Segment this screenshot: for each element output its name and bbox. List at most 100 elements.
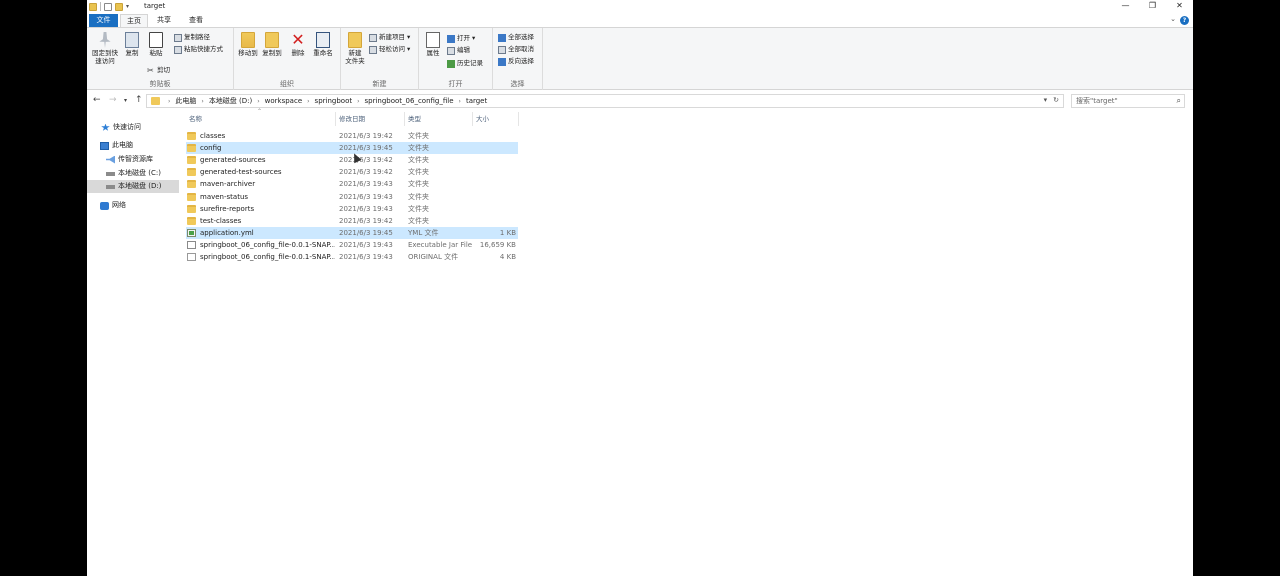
- file-name-cell: maven-archiver: [187, 178, 335, 190]
- easy-access-button[interactable]: 轻松访问 ▾: [369, 44, 410, 55]
- address-bar[interactable]: › 此电脑 › 本地磁盘 (D:) › workspace › springbo…: [146, 94, 1064, 108]
- nav-label: 此电脑: [112, 141, 133, 149]
- file-name-cell: springboot_06_config_file-0.0.1-SNAP...: [187, 251, 335, 263]
- chevron-right-icon[interactable]: ›: [168, 98, 170, 105]
- new-folder-icon: [348, 32, 362, 48]
- tab-file[interactable]: 文件: [89, 14, 118, 27]
- delete-button[interactable]: ✕ 删除: [289, 32, 307, 58]
- edit-button[interactable]: 编辑: [447, 45, 470, 56]
- file-date: 2021/6/3 19:43: [339, 204, 393, 213]
- nav-label: 传智资源库: [118, 155, 153, 163]
- forward-arrow-icon[interactable]: →: [109, 95, 117, 105]
- file-row[interactable]: config 2021/6/3 19:45 文件夹: [186, 142, 518, 155]
- select-all-button[interactable]: 全部选择: [498, 32, 534, 43]
- tab-view[interactable]: 查看: [181, 14, 211, 27]
- minimize-button[interactable]: —: [1112, 0, 1139, 13]
- chevron-right-icon[interactable]: ›: [357, 98, 359, 105]
- search-input[interactable]: 搜索"target" ⌕: [1071, 94, 1185, 108]
- new-folder-button[interactable]: 新建 文件夹: [344, 32, 366, 65]
- file-type: 文件夹: [408, 192, 429, 201]
- divider: [100, 2, 101, 11]
- paste-shortcut-button[interactable]: 粘贴快捷方式: [174, 44, 223, 55]
- file-row[interactable]: generated-test-sources 2021/6/3 19:42 文件夹: [186, 166, 518, 178]
- collapse-ribbon-icon[interactable]: ⌄: [1170, 15, 1176, 23]
- nav-item-quick-access[interactable]: 快速访问: [87, 121, 179, 134]
- file-row[interactable]: application.yml 2021/6/3 19:45 YML 文件 1 KB: [186, 226, 518, 239]
- quick-access-toolbar: ▾: [89, 2, 129, 11]
- nav-item-media[interactable]: 传智资源库: [87, 153, 179, 166]
- nav-item-network[interactable]: 网络: [87, 199, 179, 212]
- history-button[interactable]: 历史记录: [447, 58, 483, 69]
- file-name: maven-archiver: [200, 180, 256, 189]
- open-icon: [447, 34, 455, 43]
- help-icon[interactable]: ?: [1180, 16, 1189, 25]
- move-to-button[interactable]: 移动到: [237, 32, 259, 57]
- nav-item-drive-c[interactable]: 本地磁盘 (C:): [87, 167, 179, 180]
- breadcrumb-target[interactable]: target: [466, 97, 487, 105]
- nav-item-this-pc[interactable]: 此电脑: [87, 139, 179, 152]
- media-library-icon: [106, 155, 115, 164]
- chevron-right-icon[interactable]: ›: [201, 98, 203, 105]
- paste-button[interactable]: 粘贴: [145, 32, 167, 57]
- up-arrow-icon[interactable]: ↑: [135, 95, 143, 105]
- chevron-right-icon[interactable]: ›: [307, 98, 309, 105]
- explorer-window: ▾ target — ❐ ✕ 文件 主页 共享 查看 ⌄ ? 固定到快速访问 复…: [87, 0, 1193, 576]
- paste-icon: [149, 32, 163, 48]
- properties-button[interactable]: 属性: [424, 32, 442, 57]
- tab-home[interactable]: 主页: [120, 14, 148, 27]
- file-row[interactable]: maven-archiver 2021/6/3 19:43 文件夹: [186, 178, 518, 190]
- refresh-icon[interactable]: ↻: [1053, 96, 1059, 104]
- select-none-button[interactable]: 全部取消: [498, 44, 534, 55]
- file-date: 2021/6/3 19:43: [339, 180, 393, 189]
- search-icon[interactable]: ⌕: [1177, 95, 1181, 107]
- column-header-name[interactable]: 名称: [186, 112, 336, 126]
- file-row[interactable]: test-classes 2021/6/3 19:42 文件夹: [186, 215, 518, 227]
- file-date: 2021/6/3 19:45: [339, 228, 393, 237]
- customize-chevron-icon[interactable]: ▾: [126, 3, 129, 10]
- file-row[interactable]: springboot_06_config_file-0.0.1-SNAP... 2…: [186, 239, 518, 251]
- file-row[interactable]: maven-status 2021/6/3 19:43 文件夹: [186, 191, 518, 203]
- breadcrumb-this-pc[interactable]: 此电脑: [175, 96, 196, 106]
- maximize-button[interactable]: ❐: [1139, 0, 1166, 13]
- breadcrumb-workspace[interactable]: workspace: [265, 97, 302, 105]
- copy-to-icon: [265, 32, 279, 48]
- group-label-new: 新建: [372, 80, 387, 88]
- copy-to-button[interactable]: 复制到: [261, 32, 283, 57]
- properties-icon[interactable]: [104, 2, 112, 11]
- open-button[interactable]: 打开 ▾: [447, 33, 475, 44]
- nav-item-drive-d[interactable]: 本地磁盘 (D:): [87, 180, 179, 193]
- chevron-right-icon[interactable]: ›: [459, 98, 461, 105]
- window-controls: — ❐ ✕: [1112, 0, 1193, 13]
- cut-button[interactable]: ✂ 剪切: [147, 65, 170, 76]
- copy-path-button[interactable]: 复制路径: [174, 32, 210, 43]
- pin-quick-access-button[interactable]: 固定到快速访问: [90, 32, 120, 65]
- file-name-cell: maven-status: [187, 191, 335, 203]
- breadcrumb-springboot[interactable]: springboot: [315, 97, 353, 105]
- file-row[interactable]: surefire-reports 2021/6/3 19:43 文件夹: [186, 203, 518, 215]
- invert-selection-button[interactable]: 反向选择: [498, 56, 534, 67]
- new-folder-icon[interactable]: [115, 2, 123, 11]
- back-arrow-icon[interactable]: ←: [93, 95, 101, 105]
- folder-icon: [187, 168, 196, 177]
- new-item-button[interactable]: 新建项目 ▾: [369, 32, 410, 43]
- close-button[interactable]: ✕: [1166, 0, 1193, 13]
- recent-chevron-icon[interactable]: ▾: [124, 97, 127, 104]
- file-type: 文件夹: [408, 168, 429, 177]
- column-header-date[interactable]: 修改日期: [336, 112, 405, 126]
- breadcrumb-project[interactable]: springboot_06_config_file: [365, 97, 454, 105]
- yml-file-icon: [187, 228, 196, 237]
- file-row[interactable]: classes 2021/6/3 19:42 文件夹: [186, 130, 518, 142]
- breadcrumb-drive-d[interactable]: 本地磁盘 (D:): [209, 96, 252, 106]
- tab-share[interactable]: 共享: [149, 14, 179, 27]
- file-type: 文件夹: [408, 144, 429, 153]
- group-label-organize: 组织: [280, 80, 294, 88]
- column-header-type[interactable]: 类型: [405, 112, 473, 126]
- rename-button[interactable]: 重命名: [312, 32, 334, 57]
- column-header-size[interactable]: 大小: [473, 112, 519, 126]
- window-title: target: [144, 2, 166, 10]
- chevron-down-icon[interactable]: ▾: [1044, 96, 1048, 104]
- file-row[interactable]: springboot_06_config_file-0.0.1-SNAP... 2…: [186, 251, 518, 263]
- group-open: 属性 打开 ▾ 编辑 历史记录 打开: [419, 28, 493, 90]
- copy-button[interactable]: 复制: [123, 32, 141, 57]
- chevron-right-icon[interactable]: ›: [257, 98, 259, 105]
